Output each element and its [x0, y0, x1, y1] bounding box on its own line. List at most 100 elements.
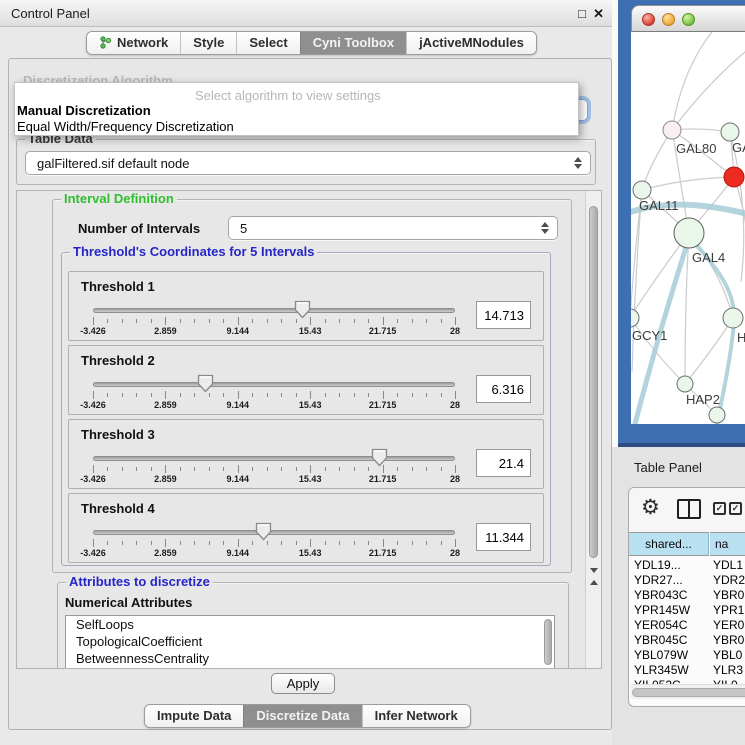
number-of-intervals-combobox[interactable]: 5 — [228, 216, 558, 240]
algorithm-option-manual[interactable]: Manual Discretization — [17, 103, 151, 118]
tab-style[interactable]: Style — [180, 32, 236, 54]
tab-infer-network[interactable]: Infer Network — [362, 705, 470, 727]
thresholds-group: Threshold's Coordinates for 5 Intervals … — [61, 252, 551, 566]
cell-shared-name[interactable]: YPR145W — [634, 603, 708, 617]
list-scrollbar-thumb[interactable] — [544, 619, 552, 665]
slider-tick — [296, 467, 297, 471]
cell-name[interactable]: YPR1 — [713, 603, 744, 617]
cell-shared-name[interactable]: YBL079W — [634, 648, 708, 662]
slider-thumb[interactable] — [371, 448, 388, 467]
slider-tick — [281, 541, 282, 545]
algorithm-placeholder: Select algorithm to view settings — [195, 88, 381, 103]
cell-shared-name[interactable]: YDL19... — [634, 558, 708, 572]
network-node[interactable] — [723, 308, 743, 328]
cell-name[interactable]: YER0 — [713, 618, 744, 632]
close-traffic-light-icon[interactable] — [642, 13, 655, 26]
cell-shared-name[interactable]: YDR27... — [634, 573, 708, 587]
slider-thumb[interactable] — [294, 300, 311, 319]
cell-name[interactable]: YDL1 — [713, 558, 743, 572]
gear-icon[interactable]: ⚙ — [641, 495, 660, 521]
scrollbar-thumb[interactable] — [589, 206, 598, 558]
threshold-label: Threshold 3 — [81, 427, 155, 442]
network-node-label: H — [737, 330, 745, 345]
network-node[interactable] — [677, 376, 693, 392]
slider-track[interactable] — [93, 530, 455, 535]
table-row[interactable]: YLR345W YLR3 — [629, 663, 745, 678]
tab-impute-data[interactable]: Impute Data — [145, 705, 243, 727]
tab-discretize-data[interactable]: Discretize Data — [243, 705, 361, 727]
network-icon — [99, 36, 112, 49]
network-window-titlebar[interactable] — [631, 5, 745, 32]
network-canvas[interactable]: GAL80GAGAL11GAL4GCY1HHAP2 — [631, 32, 745, 424]
slider-tick — [296, 393, 297, 397]
slider-tick — [368, 541, 369, 545]
slider-thumb[interactable] — [197, 374, 214, 393]
cell-shared-name[interactable]: YBR043C — [634, 588, 708, 602]
apply-button[interactable]: Apply — [271, 673, 335, 694]
table-data-combobox[interactable]: galFiltered.sif default node — [25, 151, 591, 175]
float-window-icon[interactable]: □ — [578, 6, 586, 21]
slider-track[interactable] — [93, 456, 455, 461]
checkbox-icon[interactable]: ✓ — [713, 502, 726, 515]
column-header-name[interactable]: na — [710, 532, 745, 556]
threshold-value-field[interactable] — [476, 449, 531, 477]
horizontal-scrollbar-thumb[interactable] — [632, 688, 745, 697]
table-row[interactable]: YER054C YER0 — [629, 618, 745, 633]
table-row[interactable]: YDL19... YDL1 — [629, 558, 745, 573]
horizontal-scrollbar-track[interactable] — [631, 684, 745, 699]
table-row[interactable]: YBR043C YBR0 — [629, 588, 745, 603]
tab-label: Impute Data — [157, 708, 231, 723]
attribute-list-item[interactable]: TopologicalCoefficient — [66, 633, 554, 650]
table-row[interactable]: YDR27... YDR2 — [629, 573, 745, 588]
network-node[interactable] — [709, 407, 725, 423]
zoom-traffic-light-icon[interactable] — [682, 13, 695, 26]
slider-tick — [368, 319, 369, 323]
slider-thumb[interactable] — [255, 522, 272, 541]
network-node[interactable] — [633, 181, 651, 199]
slider-track[interactable] — [93, 308, 455, 313]
slider-tick — [441, 541, 442, 545]
cell-name[interactable]: YLR3 — [713, 663, 743, 677]
scrollbar-track[interactable] — [585, 191, 601, 668]
slider-tick-label: 21.715 — [369, 400, 397, 410]
minimize-traffic-light-icon[interactable] — [662, 13, 675, 26]
slider-tick — [238, 465, 239, 473]
tab-network[interactable]: Network — [87, 32, 180, 54]
network-node[interactable] — [724, 167, 744, 187]
scroll-down-icon[interactable] — [590, 573, 598, 591]
threshold-value-field[interactable] — [476, 375, 531, 403]
slider-track[interactable] — [93, 382, 455, 387]
cell-shared-name[interactable]: YLR345W — [634, 663, 708, 677]
table-row[interactable]: YBR045C YBR0 — [629, 633, 745, 648]
threshold-value-field[interactable] — [476, 301, 531, 329]
slider-tick — [136, 393, 137, 397]
attribute-list-item[interactable]: SelfLoops — [66, 616, 554, 633]
network-edge — [672, 47, 745, 130]
algorithm-option-equal-width[interactable]: Equal Width/Frequency Discretization — [17, 119, 234, 134]
column-split-icon[interactable] — [677, 499, 701, 519]
attribute-list-item[interactable]: BetweennessCentrality — [66, 650, 554, 667]
slider-tick — [209, 541, 210, 545]
tab-cyni-toolbox[interactable]: Cyni Toolbox — [300, 32, 406, 54]
tab-label: Infer Network — [375, 708, 458, 723]
checkbox-icon[interactable]: ✓ — [729, 502, 742, 515]
threshold-value-field[interactable] — [476, 523, 531, 551]
network-node[interactable] — [631, 309, 639, 327]
cell-name[interactable]: YBL0 — [713, 648, 742, 662]
cell-shared-name[interactable]: YER054C — [634, 618, 708, 632]
table-row[interactable]: YBL079W YBL0 — [629, 648, 745, 663]
network-node[interactable] — [663, 121, 681, 139]
close-icon[interactable]: ✕ — [593, 6, 604, 22]
slider-tick — [165, 391, 166, 399]
cell-name[interactable]: YDR2 — [713, 573, 745, 587]
cell-name[interactable]: YBR0 — [713, 588, 744, 602]
network-node[interactable] — [674, 218, 704, 248]
cell-name[interactable]: YBR0 — [713, 633, 744, 647]
table-row[interactable]: YPR145W YPR1 — [629, 603, 745, 618]
cell-shared-name[interactable]: YBR045C — [634, 633, 708, 647]
tab-select[interactable]: Select — [236, 32, 299, 54]
slider-tick — [354, 319, 355, 323]
network-node[interactable] — [721, 123, 739, 141]
tab-jactivemnodules[interactable]: jActiveMNodules — [406, 32, 536, 54]
column-header-shared[interactable]: shared... — [629, 532, 709, 556]
